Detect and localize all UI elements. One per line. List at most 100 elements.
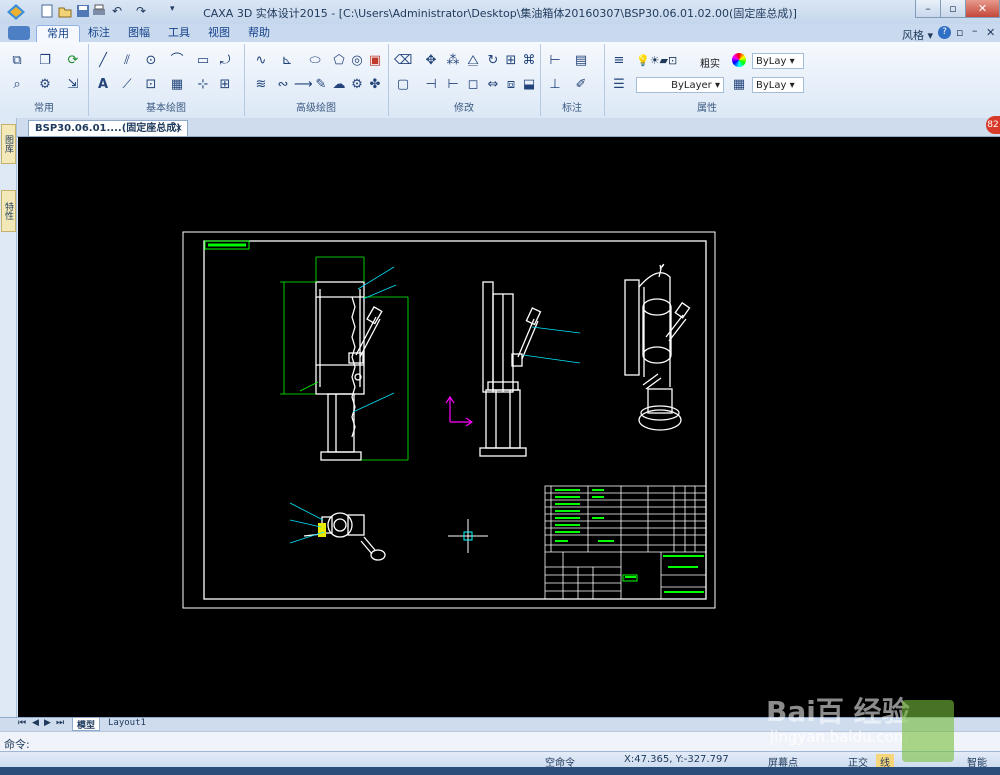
- chamfer-icon[interactable]: ⬓: [520, 76, 538, 94]
- status-bar: 空命令 X:47.365, Y:-327.797 屏幕点 正交 线 智能: [0, 751, 1000, 769]
- status-coordinates: X:47.365, Y:-327.797: [624, 754, 729, 765]
- color-wheel-icon[interactable]: [732, 53, 746, 67]
- side-view: [479, 281, 542, 457]
- side-tab-library[interactable]: 图库: [1, 124, 16, 164]
- tab-sheet[interactable]: 图幅: [118, 25, 160, 42]
- spline-icon[interactable]: ∿: [252, 52, 270, 70]
- copy-array-icon[interactable]: ⁂: [444, 52, 462, 70]
- block-icon[interactable]: ▦: [168, 76, 186, 94]
- ribbon-tab-bar: 常用 标注 图幅 工具 视图 帮助 风格 ▾ ? ▫ – ✕: [0, 24, 1000, 43]
- document-tab-close-icon[interactable]: ×: [175, 121, 183, 136]
- centerline-icon[interactable]: ⟋: [118, 76, 136, 94]
- lineweight-icon[interactable]: ☰: [610, 76, 628, 94]
- layer-visibility-icons[interactable]: 💡☀▰⊡: [636, 54, 677, 67]
- title-block: [544, 485, 707, 600]
- export-icon[interactable]: ⇲: [64, 76, 82, 94]
- side-view-leaders: [522, 326, 581, 364]
- drawing-svg: [182, 231, 716, 609]
- tab-annotate[interactable]: 标注: [78, 25, 120, 42]
- break-icon[interactable]: ∾: [274, 76, 292, 94]
- group-basic-draw: ╱ ⫽ ⊙ ⌒ ▭ ⤾ A ⟋ ⊡ ▦ ⊹ ⊞ 基本绘图: [88, 44, 245, 116]
- fillet-icon[interactable]: ◻: [464, 76, 482, 94]
- tab-common[interactable]: 常用: [36, 25, 80, 43]
- scale-icon[interactable]: ⧈: [502, 76, 520, 94]
- ellipse-icon[interactable]: ⬭: [306, 52, 324, 70]
- layer-dropdown-1[interactable]: ByLay ▾: [752, 53, 804, 69]
- prev-page-icon[interactable]: ◀: [32, 718, 39, 728]
- coordinate-icon[interactable]: ⊥: [546, 76, 564, 94]
- ring-icon[interactable]: ◎: [348, 52, 366, 70]
- gear-draw-icon[interactable]: ⚙: [348, 76, 366, 94]
- offset-icon[interactable]: ⌘: [520, 52, 538, 70]
- watermark-brand: Bai百 经验: [766, 695, 910, 728]
- note-edit-icon[interactable]: ✐: [572, 76, 590, 94]
- title-bar: ↶ ↷ ▾ CAXA 3D 实体设计2015 - [C:\Users\Admin…: [0, 0, 1000, 25]
- arrow-icon[interactable]: ⟶: [294, 76, 313, 94]
- extend-icon[interactable]: ⊢: [444, 76, 462, 94]
- group-modify: ⌫ ✥ ⁂ ⧋ ↻ ⊞ ⌘ ▢ ⊣ ⊢ ◻ ⇔ ⧈ ⬓ 修改: [388, 44, 541, 116]
- minimize-button[interactable]: –: [915, 0, 941, 18]
- text-edit-icon[interactable]: ▤: [572, 52, 590, 70]
- tab-help[interactable]: 帮助: [238, 25, 280, 42]
- erase-icon[interactable]: ⌫: [394, 52, 412, 70]
- layout-tab-model[interactable]: 模型: [72, 718, 101, 731]
- point-icon[interactable]: ⊹: [194, 76, 212, 94]
- properties-icon[interactable]: ⚙: [36, 76, 54, 94]
- zoom-icon[interactable]: ⌕: [8, 76, 26, 94]
- text-icon[interactable]: A: [94, 76, 112, 94]
- layer-dropdown-2[interactable]: ByLayer ▾: [636, 77, 724, 93]
- layer-state-icon[interactable]: ≡: [610, 52, 628, 70]
- explode-icon[interactable]: ▢: [394, 76, 412, 94]
- stretch-icon[interactable]: ⇔: [484, 76, 502, 94]
- last-page-icon[interactable]: ⏭: [56, 718, 64, 728]
- tab-tools[interactable]: 工具: [158, 25, 200, 42]
- cloud-icon[interactable]: ☁: [330, 76, 348, 94]
- layer-dropdown-3[interactable]: ByLay ▾: [752, 77, 804, 93]
- line-pattern-icon[interactable]: ▦: [730, 76, 748, 94]
- linetype-label[interactable]: 粗实: [700, 55, 720, 70]
- group-common: ⧉ ❐ ⟳ ⌕ ⚙ ⇲ 常用: [0, 44, 89, 116]
- dimension-icon[interactable]: ⊢: [546, 52, 564, 70]
- drawing-canvas[interactable]: [18, 137, 1000, 717]
- window-title: CAXA 3D 实体设计2015 - [C:\Users\Administrat…: [203, 7, 797, 20]
- close-button[interactable]: ✕: [965, 0, 1000, 18]
- parallel-line-icon[interactable]: ⫽: [118, 52, 136, 70]
- next-page-icon[interactable]: ▶: [44, 718, 51, 728]
- layout-tab-layout1[interactable]: Layout1: [104, 718, 150, 730]
- hatch-icon[interactable]: ⊡: [142, 76, 160, 94]
- dimension-line-icon[interactable]: ⊾: [278, 52, 296, 70]
- help-icon[interactable]: ?: [938, 26, 951, 39]
- notification-badge[interactable]: 82: [986, 116, 1000, 134]
- style-label: 风格: [902, 29, 924, 42]
- wave-icon[interactable]: ≋: [252, 76, 270, 94]
- arc-icon[interactable]: ⌒: [168, 52, 186, 70]
- polygon-icon[interactable]: ⬠: [330, 52, 348, 70]
- image-icon[interactable]: ▣: [366, 52, 384, 70]
- trim-icon[interactable]: ⊣: [422, 76, 440, 94]
- clover-icon[interactable]: ✤: [366, 76, 384, 94]
- pen-icon[interactable]: ✎: [312, 76, 330, 94]
- mirror-icon[interactable]: ⧋: [464, 52, 482, 70]
- move-icon[interactable]: ✥: [422, 52, 440, 70]
- polyline-icon[interactable]: ⤾: [216, 52, 234, 70]
- maximize-button[interactable]: ▫: [940, 0, 966, 18]
- layer-icon[interactable]: ⧉: [8, 52, 26, 70]
- circle-icon[interactable]: ⊙: [142, 52, 160, 70]
- rectangle-icon[interactable]: ▭: [194, 52, 212, 70]
- side-tab-properties[interactable]: 特性: [1, 190, 16, 232]
- front-view-dimensions: [280, 256, 409, 461]
- document-tab[interactable]: BSP30.06.01....(固定座总成) ×: [28, 120, 188, 136]
- doc-close-icon[interactable]: ✕: [986, 26, 995, 39]
- restore-icon[interactable]: ▫: [956, 26, 963, 39]
- doc-minimize-icon[interactable]: –: [972, 24, 978, 37]
- copy-icon[interactable]: ❐: [36, 52, 54, 70]
- line-icon[interactable]: ╱: [94, 52, 112, 70]
- first-page-icon[interactable]: ⏮: [18, 718, 26, 728]
- refresh-icon[interactable]: ⟳: [64, 52, 82, 70]
- rotate-icon[interactable]: ↻: [484, 52, 502, 70]
- tab-view[interactable]: 视图: [198, 25, 240, 42]
- style-menu[interactable]: 风格 ▾: [902, 27, 933, 43]
- array-icon[interactable]: ⊞: [502, 52, 520, 70]
- app-menu-button[interactable]: [8, 26, 30, 40]
- table-insert-icon[interactable]: ⊞: [216, 76, 234, 94]
